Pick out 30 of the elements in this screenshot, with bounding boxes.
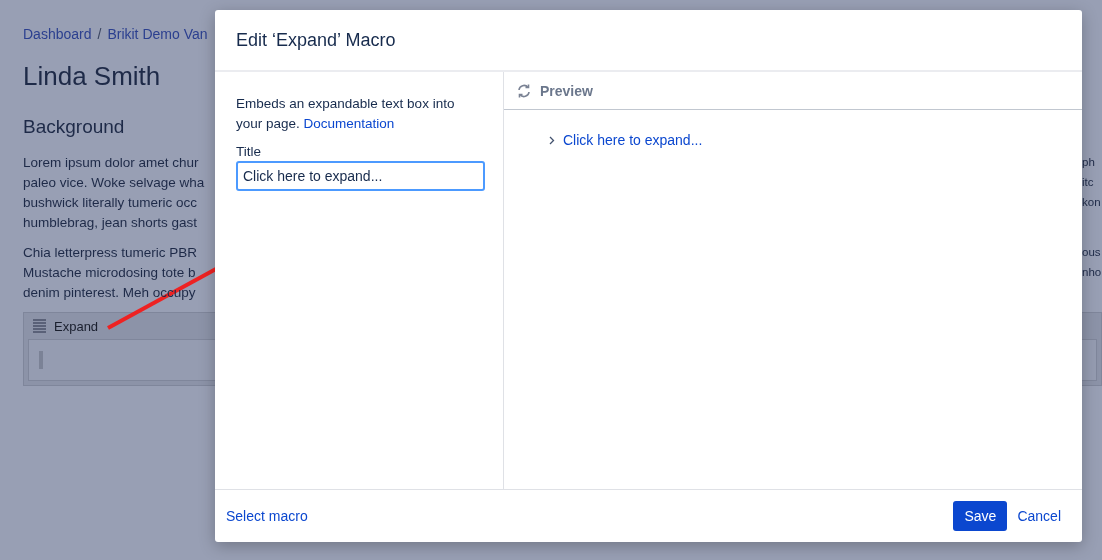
paragraph-text: itc xyxy=(1082,176,1095,188)
dialog-title: Edit ‘Expand’ Macro xyxy=(236,29,396,51)
paragraph-text: kon xyxy=(1082,196,1102,208)
documentation-link[interactable]: Documentation xyxy=(303,116,395,131)
title-input[interactable]: Click here to expand... xyxy=(236,161,485,191)
select-macro-link[interactable]: Select macro xyxy=(226,508,308,524)
chevron-icon xyxy=(549,135,555,145)
paragraph-text: ous xyxy=(1082,246,1102,258)
paragraph-text: Chia letterpress tumeric PBR xyxy=(23,244,198,260)
paragraph-text: nho xyxy=(1082,266,1102,278)
field-label: Title xyxy=(236,144,262,159)
breadcrumb-link[interactable]: Dashboard xyxy=(23,26,92,42)
paragraph-text: ph xyxy=(1082,156,1096,168)
paragraph-text: Lorem ipsum dolor amet chur xyxy=(23,154,199,170)
page-title: Linda Smith xyxy=(23,61,161,93)
save-button[interactable]: Save xyxy=(953,501,1008,531)
preview-title: Preview xyxy=(540,82,593,99)
description-text: Embeds an expandable text box into your page. Documentation xyxy=(236,95,456,133)
refresh-icon xyxy=(516,82,532,99)
paragraph-text: Mustache microdosing tote b xyxy=(23,264,196,280)
breadcrumb-link[interactable]: Brikit Demo Van xyxy=(107,26,208,42)
breadcrumb-separator: / xyxy=(97,26,102,42)
cancel-button[interactable]: Cancel xyxy=(1017,501,1061,531)
paragraph-text: bushwick literally tumeric occ xyxy=(23,194,198,210)
paragraph-text: paleo vice. Woke selvage wha xyxy=(23,174,205,190)
expand-link[interactable]: Click here to expand... xyxy=(563,132,703,148)
list-icon xyxy=(30,318,46,334)
section-heading: Background xyxy=(23,116,125,139)
macro-label: Expand xyxy=(54,318,99,334)
paragraph-text: humblebrag, jean shorts gast xyxy=(23,214,198,230)
